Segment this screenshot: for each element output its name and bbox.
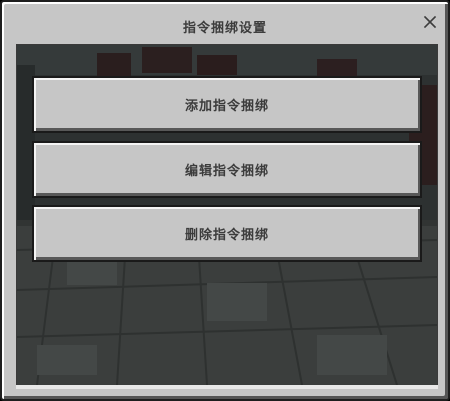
dialog-title: 指令捆绑设置 [182,21,267,36]
close-button[interactable] [422,14,438,30]
add-command-binding-label: 添加指令捆绑 [184,99,269,114]
edit-command-binding-button[interactable]: 编辑指令捆绑 [32,141,422,198]
close-icon [423,15,437,29]
edit-command-binding-label: 编辑指令捆绑 [184,164,269,179]
delete-command-binding-label: 删除指令捆绑 [184,228,269,243]
command-binding-settings-dialog: 指令捆绑设置 添加指令捆绑 编辑指令捆绑 删除指令捆绑 [0,0,450,401]
dialog-title-bar: 指令捆绑设置 [2,2,448,42]
dialog-bottom-edge [16,385,438,389]
add-command-binding-button[interactable]: 添加指令捆绑 [32,76,422,133]
delete-command-binding-button[interactable]: 删除指令捆绑 [32,205,422,262]
